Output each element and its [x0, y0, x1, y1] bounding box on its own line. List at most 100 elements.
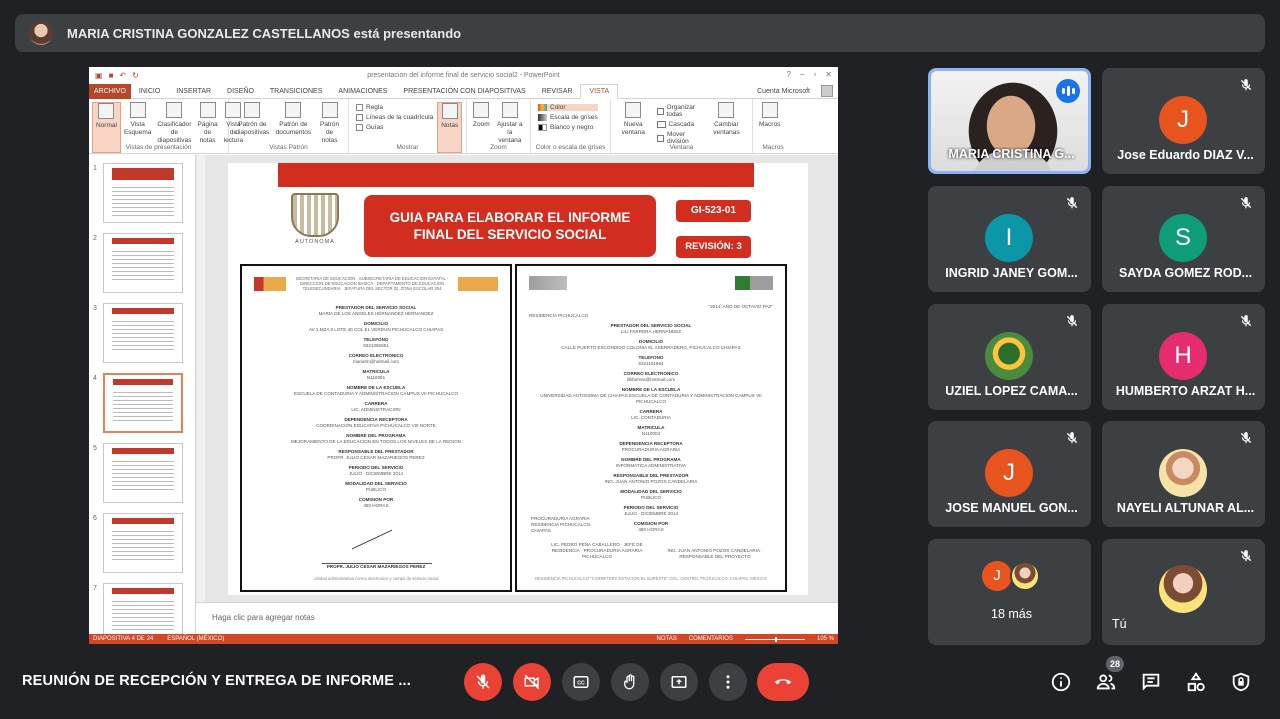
- procuraduria-logo-icon: [735, 276, 773, 290]
- participant-avatar: J: [982, 561, 1012, 591]
- people-button[interactable]: [1094, 670, 1118, 694]
- shield-lock-icon: [1232, 672, 1250, 692]
- group-ventana: Nueva ventana Organizar todas Cascada Mo…: [611, 99, 753, 153]
- slide-thumbnail: [103, 303, 183, 363]
- tab-presentacion: PRESENTACIÓN CON DIAPOSITIVAS: [403, 87, 526, 95]
- notes-pane: Haga clic para agregar notas: [196, 602, 838, 634]
- doc-field-value: ESCUELA DE CONTADURIA Y ADMINISTRACION C…: [293, 391, 459, 396]
- meeting-details-button[interactable]: [1049, 670, 1073, 694]
- slide-code: GI-523-01: [676, 200, 751, 222]
- participant-tile[interactable]: I INGRID JANEY GOM...: [928, 186, 1091, 292]
- chat-button[interactable]: [1139, 670, 1163, 694]
- participant-tile[interactable]: H HUMBERTO ARZAT H...: [1102, 304, 1265, 410]
- slide-top-bar: [278, 163, 754, 187]
- captions-button[interactable]: CC: [562, 663, 600, 701]
- guides-checkbox: Guías: [356, 124, 433, 131]
- participant-avatar: [1159, 449, 1207, 497]
- participant-tile[interactable]: J Jose Eduardo DIAZ V...: [1102, 68, 1265, 174]
- doc-field-value: LILI FARRERA HERNANDEZ: [620, 329, 682, 334]
- participant-tile[interactable]: Tú: [1102, 539, 1265, 645]
- doc-sign-left: LIC. PEDRO PEÑA CABALLERO · JEFE DE RESI…: [551, 542, 643, 559]
- group-mostrar: Regla Líneas de la cuadrícula Guías Nota…: [349, 99, 467, 153]
- doc-field-value: LIC. ADMINISTRACION: [351, 407, 401, 412]
- ruler-checkbox: Regla: [356, 104, 433, 111]
- doc-field-value: lillifarrera@hotmail.com: [626, 377, 676, 382]
- doc-sign-right: ING. JUAN ANTONIO POZOS CANDELARIA · RES…: [667, 548, 763, 559]
- present-button[interactable]: [660, 663, 698, 701]
- mic-toggle-button[interactable]: [464, 663, 502, 701]
- tab-archivo: ARCHIVO: [89, 83, 131, 99]
- doc-field-value: PROFR. JULIO CESAR MAZARIEGOS PEREZ: [327, 455, 425, 460]
- group-label: Mostrar: [396, 144, 419, 151]
- slide-thumbnails: 1 2 3 4 5 6 7: [89, 155, 196, 643]
- participant-name: JOSE MANUEL GON...: [945, 501, 1078, 515]
- status-comments: COMENTARIOS: [688, 636, 733, 642]
- participant-avatar: S: [1159, 214, 1207, 262]
- slide-thumbnail: [103, 513, 183, 573]
- more-vert-icon: [726, 675, 730, 689]
- info-icon: [1051, 672, 1071, 692]
- thumb-number: 4: [93, 375, 97, 382]
- participant-name: 18 más: [991, 607, 1032, 621]
- secretaria-logo-icon: [458, 276, 498, 291]
- doc-year: "2014, AÑO DE OCTAVIO PAZ": [708, 304, 773, 309]
- mic-off-icon: [476, 674, 490, 689]
- participant-tile[interactable]: NAYELI ALTUNAR AL...: [1102, 421, 1265, 527]
- participant-avatar: J: [985, 449, 1033, 497]
- mic-muted-icon: [1065, 196, 1079, 210]
- doc-field-value: 9321101964: [638, 361, 664, 366]
- group-zoom: Zoom Ajustar a la ventana Zoom: [467, 99, 531, 153]
- close-icon: ✕: [825, 70, 832, 79]
- slide-thumbnail: [103, 163, 183, 223]
- participant-avatar: [1010, 561, 1040, 591]
- group-label: Zoom: [490, 144, 507, 151]
- doc-field-value: MEJORAMIENTO DE LA EDUCACION EN TODOS LO…: [290, 439, 461, 444]
- doc-field-value: UNIVERSIDAD AUTONOMA DE CHIAPAS ESCUELA …: [540, 393, 762, 404]
- more-options-button[interactable]: [709, 663, 747, 701]
- activities-button[interactable]: [1184, 670, 1208, 694]
- doc-field-value: mariahh@hotmail.com: [352, 359, 400, 364]
- doc-field-value: N110081: [366, 375, 386, 380]
- participant-tile[interactable]: S SAYDA GOMEZ ROD...: [1102, 186, 1265, 292]
- mic-muted-icon: [1065, 431, 1079, 445]
- participant-name: Jose Eduardo DIAZ V...: [1117, 148, 1254, 162]
- doc-footer: Unidad administrativa correo electronico…: [313, 576, 439, 581]
- shapes-icon: [1187, 672, 1205, 692]
- group-label: Vistas de presentación: [125, 144, 192, 151]
- status-slide: DIAPOSITIVA 4 DE 24: [93, 636, 154, 642]
- participant-avatar: J: [1159, 96, 1207, 144]
- account-avatar: [821, 85, 833, 97]
- hand-icon: [624, 674, 635, 690]
- participant-name: UZIEL LOPEZ CAMA...: [945, 384, 1078, 398]
- group-label: Vistas Patrón: [269, 144, 308, 151]
- sedatu-logo-icon: [529, 276, 567, 290]
- signature-mark: [322, 534, 432, 564]
- participant-tile[interactable]: UZIEL LOPEZ CAMA...: [928, 304, 1091, 410]
- participant-tile[interactable]: MARIA CRISTINA G...: [928, 68, 1091, 174]
- doc-field-value: ING. JUAN ANTONIO POZOS CANDELARIA: [604, 479, 698, 484]
- doc-field-value: JULIO - DICIEMBRE 2014: [348, 471, 404, 476]
- status-notes: NOTAS: [656, 636, 677, 642]
- participant-tile[interactable]: J 18 más: [928, 539, 1091, 645]
- logo-caption: AUTONOMA: [295, 239, 335, 245]
- host-controls-button[interactable]: [1229, 670, 1253, 694]
- raise-hand-button[interactable]: [611, 663, 649, 701]
- doc-field-value: PUBLICO: [640, 495, 662, 500]
- participant-tile[interactable]: J JOSE MANUEL GON...: [928, 421, 1091, 527]
- move-split-button: Mover división: [656, 131, 700, 145]
- thumbs-scrollbar: [197, 155, 205, 634]
- zoom-slider: [744, 636, 805, 642]
- grayscale-option: Escala de grises: [538, 114, 598, 121]
- speaking-indicator-icon: [1056, 79, 1080, 103]
- participant-name: NAYELI ALTUNAR AL...: [1116, 501, 1255, 515]
- leave-call-button[interactable]: [757, 663, 809, 701]
- camera-toggle-button[interactable]: [513, 663, 551, 701]
- participant-name: MARIA CRISTINA G...: [948, 147, 1075, 161]
- unach-shield-icon: [291, 193, 339, 237]
- doc-footer: RESIDENCIA PICHUCALCO "CARRETERA ESTACIO…: [535, 576, 767, 581]
- meeting-title: REUNIÓN DE RECEPCIÓN Y ENTREGA DE INFORM…: [22, 673, 412, 689]
- participant-avatar: H: [1159, 332, 1207, 380]
- mic-muted-icon: [1065, 314, 1079, 328]
- doc-field-value: INFORMATICA ADMINISTRATIVA: [616, 463, 686, 468]
- thumb-number: 3: [93, 305, 97, 312]
